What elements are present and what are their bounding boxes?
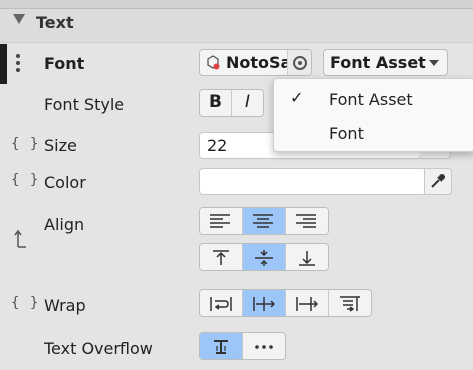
color-label: Color <box>44 173 86 192</box>
align-label: Align <box>44 215 85 234</box>
kebab-menu-icon[interactable] <box>16 54 20 72</box>
font-style-group: B I <box>199 89 264 117</box>
text-overflow-label: Text Overflow <box>44 339 153 358</box>
font-label: Font <box>44 54 85 73</box>
wrap-reverse-button[interactable] <box>329 290 371 316</box>
no-wrap-button[interactable] <box>243 290 286 316</box>
align-bottom-icon <box>299 251 315 266</box>
font-asset-field[interactable]: NotoSans <box>199 49 312 76</box>
text-overflow-group <box>199 332 286 360</box>
align-top-icon <box>213 250 229 265</box>
chevron-down-icon <box>429 60 439 66</box>
align-middle-icon <box>255 250 273 266</box>
align-left-button[interactable] <box>200 208 243 234</box>
wrap-reverse-icon <box>340 296 360 312</box>
overflow-clip-button[interactable] <box>200 333 243 359</box>
italic-button[interactable]: I <box>232 90 263 116</box>
menu-item-label: Font Asset <box>329 90 413 109</box>
eyedropper-button[interactable] <box>424 168 452 195</box>
shrink-wrap-button[interactable] <box>286 290 329 316</box>
vertical-align-group <box>199 243 329 271</box>
font-type-dropdown-label: Font Asset <box>330 53 426 72</box>
reset-arrow-icon[interactable] <box>14 229 28 249</box>
align-right-button[interactable] <box>286 208 328 234</box>
overflow-ellipsis-button[interactable] <box>243 333 285 359</box>
wrap-label: Wrap <box>44 296 86 315</box>
align-right-icon <box>296 214 316 228</box>
object-picker-icon[interactable] <box>287 50 311 75</box>
horizontal-align-group <box>199 207 329 235</box>
binding-braces-icon[interactable]: { } <box>11 172 39 188</box>
menu-item-label: Font <box>329 124 364 143</box>
align-center-icon <box>253 214 273 228</box>
binding-braces-icon[interactable]: { } <box>11 295 39 311</box>
eyedropper-icon <box>431 174 445 188</box>
bold-button[interactable]: B <box>200 90 232 116</box>
wrap-icon <box>210 297 232 311</box>
menu-item-font-asset[interactable]: ✓ Font Asset <box>274 83 473 115</box>
font-type-dropdown[interactable]: Font Asset <box>323 49 448 76</box>
font-asset-icon <box>207 55 220 70</box>
size-label: Size <box>44 136 77 155</box>
top-scroll-edge <box>0 0 473 9</box>
font-type-dropdown-menu: ✓ Font Asset Font <box>273 78 473 152</box>
ellipsis-icon <box>255 345 273 349</box>
binding-braces-icon[interactable]: { } <box>11 136 39 152</box>
size-value: 22 <box>207 136 228 155</box>
wrap-group <box>199 289 372 317</box>
align-center-button[interactable] <box>243 208 286 234</box>
align-bottom-button[interactable] <box>286 244 328 270</box>
check-icon: ✓ <box>290 88 304 107</box>
color-field[interactable] <box>199 168 426 195</box>
section-title: Text <box>36 13 74 32</box>
no-wrap-icon <box>253 297 276 311</box>
font-style-label: Font Style <box>44 95 125 114</box>
align-left-icon <box>210 214 230 228</box>
text-clip-icon <box>214 340 228 354</box>
align-middle-button[interactable] <box>243 244 286 270</box>
align-top-button[interactable] <box>200 244 243 270</box>
override-indicator <box>0 44 7 84</box>
collapse-arrow-icon[interactable] <box>13 14 25 24</box>
wrap-button[interactable] <box>200 290 243 316</box>
menu-item-font[interactable]: Font <box>274 117 473 149</box>
overflow-icon <box>296 297 319 311</box>
